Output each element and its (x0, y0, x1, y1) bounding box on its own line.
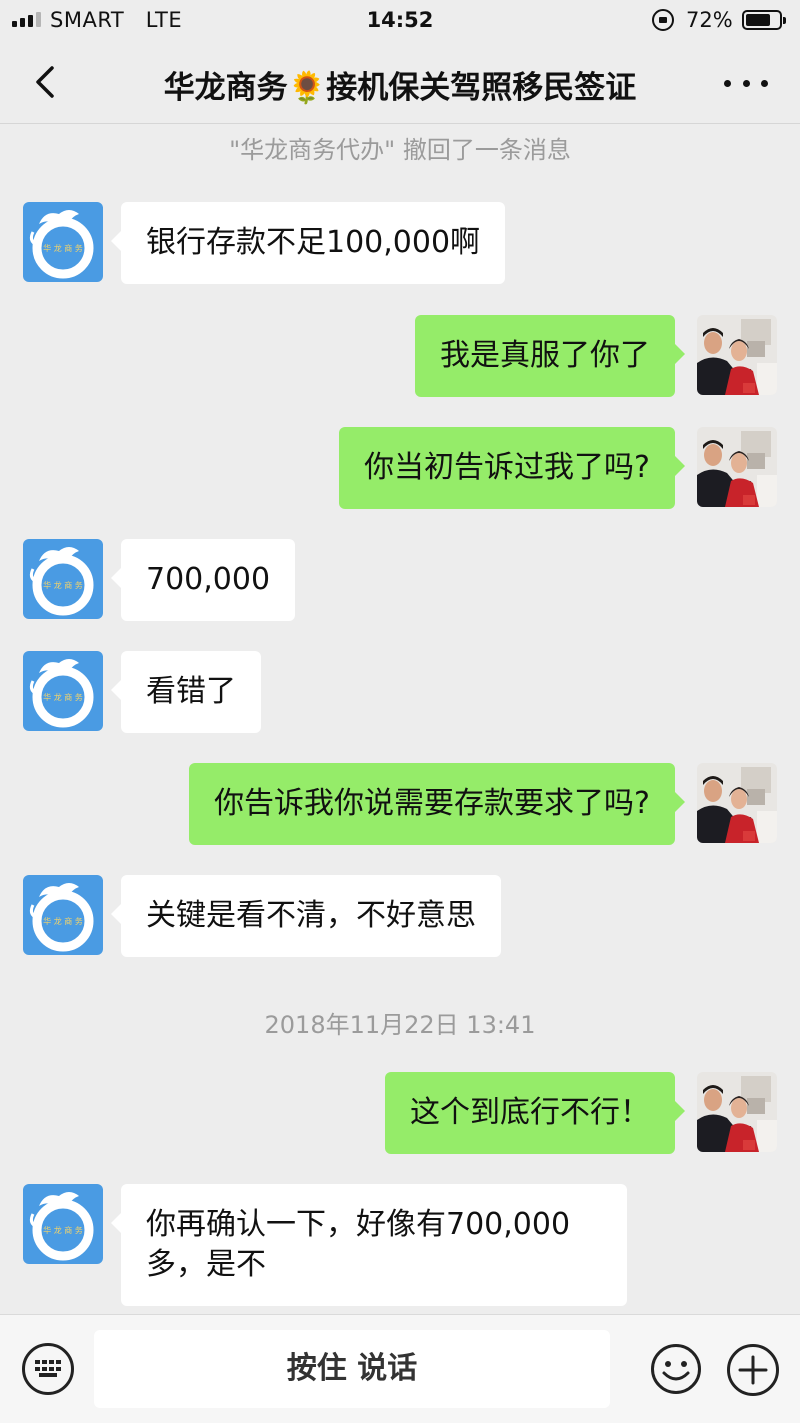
message-bubble[interactable]: 这个到底行不行！ (385, 1072, 685, 1154)
status-time: 14:52 (366, 8, 434, 32)
status-bar: SMART LTE 14:52 72% (0, 0, 800, 42)
battery-icon (742, 10, 786, 30)
contact-avatar[interactable] (23, 1184, 103, 1264)
user-avatar[interactable] (697, 315, 777, 395)
rotation-lock-icon (652, 9, 674, 31)
plus-icon[interactable] (726, 1343, 780, 1397)
message-bubble[interactable]: 你告诉我你说需要存款要求了吗? (189, 763, 685, 845)
contact-avatar[interactable] (23, 539, 103, 619)
user-avatar[interactable] (697, 1072, 777, 1152)
message-bubble[interactable]: 关键是看不清，不好意思 (111, 875, 501, 957)
user-avatar[interactable] (697, 763, 777, 843)
battery-percent: 72% (686, 8, 733, 32)
message-bubble[interactable]: 银行存款不足100,000啊 (110, 202, 506, 284)
recall-notice: "华龙商务代办" 撤回了一条消息 (229, 136, 571, 164)
chat-title: 华龙商务🌻接机保关驾照移民签证 (163, 70, 637, 106)
hold-to-talk-button[interactable]: 按住 说话 (94, 1330, 610, 1408)
contact-avatar[interactable] (23, 202, 103, 282)
emoji-icon[interactable] (650, 1343, 702, 1395)
message-bubble[interactable]: 看错了 (111, 651, 261, 733)
contact-avatar[interactable] (23, 875, 103, 955)
chat-header: 华龙商务🌻接机保关驾照移民签证 (0, 42, 800, 124)
input-bar: 按住 说话 (0, 1314, 800, 1423)
contact-avatar[interactable] (23, 651, 103, 731)
more-options-icon[interactable] (724, 68, 768, 98)
chat-timestamp: 2018年11月22日 13:41 (264, 1011, 536, 1039)
user-avatar[interactable] (697, 427, 777, 507)
message-bubble[interactable]: 700,000 (110, 539, 296, 621)
message-bubble[interactable]: 我是真服了你了 (415, 315, 685, 397)
keyboard-icon[interactable] (22, 1343, 74, 1395)
message-bubble[interactable]: 你再确认一下，好像有700,000多，是不 (111, 1184, 627, 1306)
message-bubble[interactable]: 你当初告诉过我了吗? (339, 427, 685, 509)
back-chevron-icon[interactable] (30, 62, 70, 102)
